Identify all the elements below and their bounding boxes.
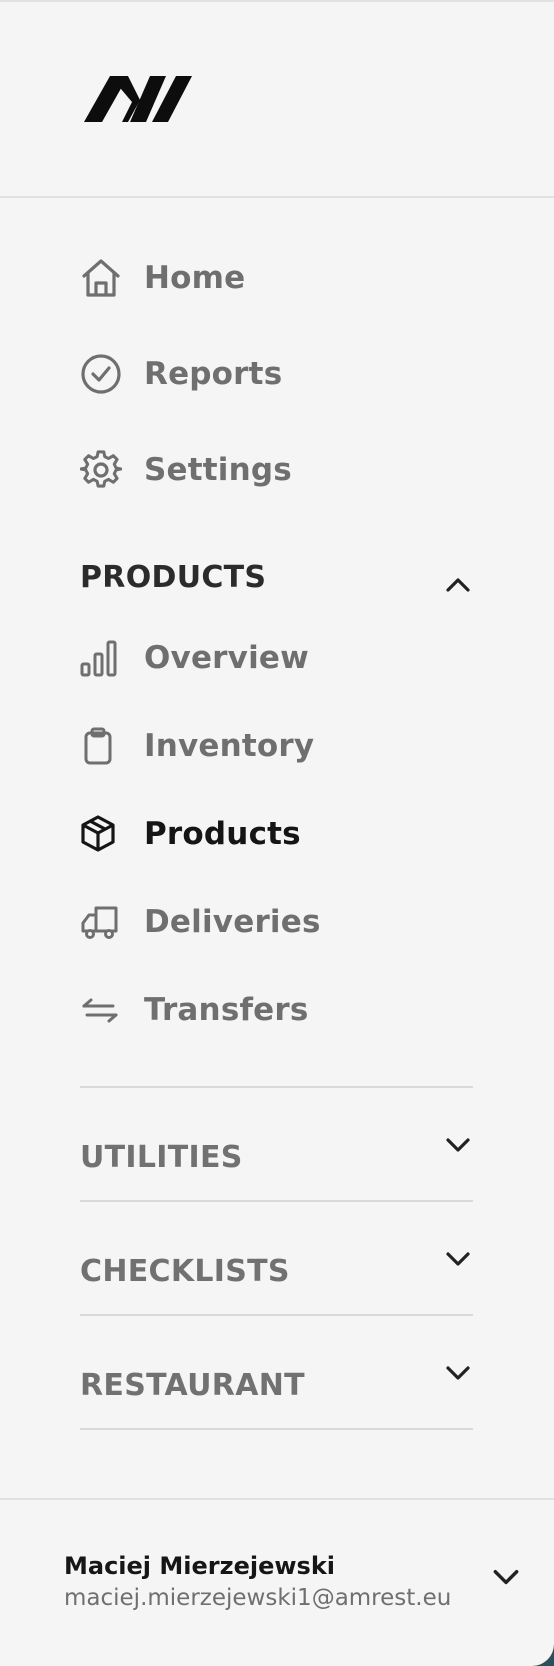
truck-icon [80, 898, 128, 946]
nav-item-inventory[interactable]: Inventory [80, 718, 314, 774]
nav-label-transfers: Transfers [144, 992, 309, 1028]
user-email: maciej.mierzejewski1@amrest.eu [64, 1585, 452, 1611]
nav-label-settings: Settings [144, 452, 292, 488]
gear-icon [80, 446, 128, 494]
check-circle-icon [80, 350, 128, 398]
section-utilities-header[interactable]: UTILITIES [80, 1137, 473, 1175]
chevron-down-icon [446, 1137, 470, 1152]
nav-item-transfers[interactable]: Transfers [80, 982, 309, 1038]
sidebar: Home Reports Settings PRODUCTS Overview … [0, 0, 554, 1666]
chevron-up-icon [446, 578, 470, 592]
clipboard-icon [80, 722, 128, 770]
nav-item-products[interactable]: Products [80, 806, 301, 862]
nav-label-products: Products [144, 816, 301, 852]
bar-chart-icon [80, 634, 128, 682]
section-checklists-header[interactable]: CHECKLISTS [80, 1251, 473, 1289]
arrows-swap-icon [80, 986, 128, 1034]
home-icon [80, 254, 128, 302]
nav-label-deliveries: Deliveries [144, 904, 321, 940]
section-title-restaurant: RESTAURANT [80, 1368, 305, 1403]
section-title-checklists: CHECKLISTS [80, 1254, 290, 1289]
logo-area [0, 2, 554, 198]
section-restaurant-header[interactable]: RESTAURANT [80, 1365, 473, 1403]
nav-label-overview: Overview [144, 640, 309, 676]
nav-item-settings[interactable]: Settings [80, 442, 292, 498]
chevron-down-icon[interactable] [490, 1560, 522, 1592]
chevron-down-icon [446, 1365, 470, 1380]
divider [80, 1200, 473, 1202]
nav-label-reports: Reports [144, 356, 283, 392]
nav-label-home: Home [144, 260, 246, 296]
nav-item-overview[interactable]: Overview [80, 630, 309, 686]
chevron-down-icon [446, 1251, 470, 1266]
user-menu[interactable]: Maciej Mierzejewski maciej.mierzejewski1… [0, 1498, 554, 1666]
brand-logo[interactable] [84, 74, 194, 124]
user-name: Maciej Mierzejewski [64, 1552, 336, 1580]
nav-item-deliveries[interactable]: Deliveries [80, 894, 321, 950]
divider [80, 1314, 473, 1316]
section-title-products: PRODUCTS [80, 559, 267, 595]
section-title-utilities: UTILITIES [80, 1140, 243, 1175]
nav-item-reports[interactable]: Reports [80, 346, 282, 402]
nav-item-home[interactable]: Home [80, 250, 245, 306]
nav-label-inventory: Inventory [144, 728, 315, 764]
box-icon [80, 810, 128, 858]
divider [80, 1428, 473, 1430]
section-products-header[interactable]: PRODUCTS [80, 554, 473, 600]
divider [80, 1086, 473, 1088]
